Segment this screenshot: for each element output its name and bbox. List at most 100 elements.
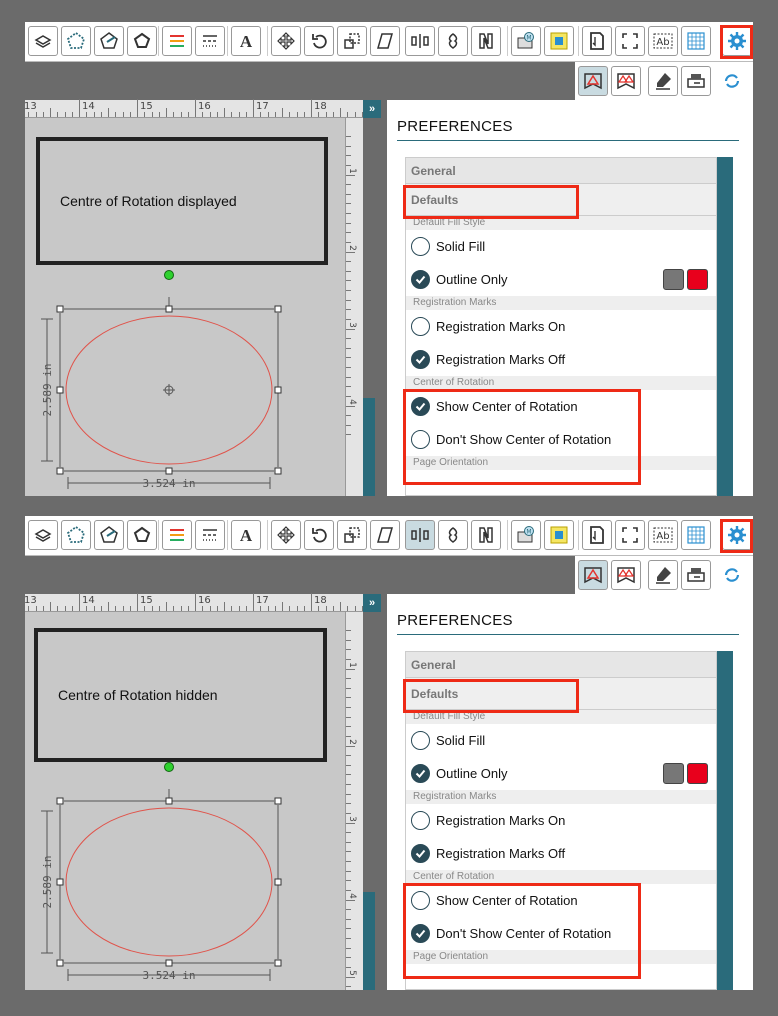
canvas-scrollbar-thumb[interactable] bbox=[363, 398, 375, 496]
settings-gear-button[interactable] bbox=[722, 26, 752, 56]
preferences-defaults-header[interactable]: Defaults bbox=[406, 184, 716, 216]
eraser-button[interactable] bbox=[648, 560, 678, 590]
polygon-button[interactable] bbox=[61, 520, 91, 550]
radio-unchecked-icon[interactable] bbox=[411, 731, 430, 750]
line-style-button[interactable] bbox=[162, 26, 192, 56]
resize-handle[interactable] bbox=[56, 878, 64, 886]
preferences-general-header[interactable]: General bbox=[406, 158, 716, 184]
resize-handle[interactable] bbox=[56, 305, 64, 313]
star-shape-button[interactable] bbox=[94, 520, 124, 550]
sync-button[interactable] bbox=[717, 560, 747, 590]
radio-unchecked-icon[interactable] bbox=[411, 430, 430, 449]
canvas-scrollbar-thumb[interactable] bbox=[363, 892, 375, 990]
move-button[interactable] bbox=[271, 520, 301, 550]
send-button[interactable] bbox=[681, 66, 711, 96]
ellipse-shape[interactable] bbox=[65, 807, 273, 957]
canvas-scrollbar[interactable] bbox=[363, 118, 375, 496]
sync-button[interactable] bbox=[717, 66, 747, 96]
radio-unchecked-icon[interactable] bbox=[411, 811, 430, 830]
scale-button[interactable] bbox=[337, 26, 367, 56]
font-button[interactable]: Ab bbox=[648, 520, 678, 550]
preference-option[interactable]: Don't Show Center of Rotation bbox=[406, 917, 716, 950]
text-button[interactable]: A bbox=[231, 26, 261, 56]
cut-settings-button[interactable] bbox=[578, 66, 608, 96]
radio-unchecked-icon[interactable] bbox=[411, 317, 430, 336]
replicate-button[interactable] bbox=[438, 520, 468, 550]
knife-button[interactable] bbox=[471, 520, 501, 550]
knife-button[interactable] bbox=[471, 26, 501, 56]
collapse-panel-button[interactable]: » bbox=[363, 100, 381, 118]
cut-settings-button[interactable] bbox=[578, 560, 608, 590]
grid-button[interactable] bbox=[681, 520, 711, 550]
resize-handle[interactable] bbox=[56, 467, 64, 475]
preference-option[interactable]: Show Center of Rotation bbox=[406, 390, 716, 423]
scale-button[interactable] bbox=[337, 520, 367, 550]
dashed-line-button[interactable] bbox=[195, 520, 225, 550]
trace-button[interactable] bbox=[544, 520, 574, 550]
align-button[interactable] bbox=[405, 520, 435, 550]
trace-button[interactable] bbox=[544, 26, 574, 56]
move-button[interactable] bbox=[271, 26, 301, 56]
rotation-handle[interactable] bbox=[164, 270, 174, 280]
send-button[interactable] bbox=[681, 560, 711, 590]
resize-handle[interactable] bbox=[274, 467, 282, 475]
zoom-fit-button[interactable] bbox=[615, 26, 645, 56]
design-canvas[interactable]: 13 14 15 16 17 18» 1 2 3 4 5 Centre of Rotation hid… bbox=[25, 593, 381, 990]
resize-handle[interactable] bbox=[165, 305, 173, 313]
pentagon-button[interactable] bbox=[127, 520, 157, 550]
preference-option[interactable]: Registration Marks On bbox=[406, 310, 716, 343]
resize-handle[interactable] bbox=[56, 959, 64, 967]
dashed-line-button[interactable] bbox=[195, 26, 225, 56]
layers-button[interactable] bbox=[28, 520, 58, 550]
eraser-button[interactable] bbox=[648, 66, 678, 96]
radio-checked-icon[interactable] bbox=[411, 924, 430, 943]
resize-handle[interactable] bbox=[56, 797, 64, 805]
rotation-handle[interactable] bbox=[164, 762, 174, 772]
line-color-swatch[interactable] bbox=[687, 269, 708, 290]
preference-option[interactable]: Don't Show Center of Rotation bbox=[406, 423, 716, 456]
rotate-button[interactable] bbox=[304, 520, 334, 550]
collapse-panel-button[interactable]: » bbox=[363, 594, 381, 612]
rotate-button[interactable] bbox=[304, 26, 334, 56]
radio-unchecked-icon[interactable] bbox=[411, 237, 430, 256]
canvas-scrollbar[interactable] bbox=[363, 612, 375, 990]
star-shape-button[interactable] bbox=[94, 26, 124, 56]
media-button[interactable]: M bbox=[511, 520, 541, 550]
radio-checked-icon[interactable] bbox=[411, 397, 430, 416]
selected-ellipse-group[interactable]: 2.589 in 3.524 in bbox=[25, 100, 345, 496]
resize-handle[interactable] bbox=[274, 305, 282, 313]
skew-button[interactable] bbox=[370, 26, 400, 56]
radio-unchecked-icon[interactable] bbox=[411, 891, 430, 910]
layers-button[interactable] bbox=[28, 26, 58, 56]
preference-option[interactable]: Registration Marks Off bbox=[406, 837, 716, 870]
page-setup-button[interactable] bbox=[582, 520, 612, 550]
radio-checked-icon[interactable] bbox=[411, 270, 430, 289]
resize-handle[interactable] bbox=[274, 959, 282, 967]
resize-handle[interactable] bbox=[165, 797, 173, 805]
preference-option[interactable]: Solid Fill bbox=[406, 724, 716, 757]
pentagon-button[interactable] bbox=[127, 26, 157, 56]
skew-button[interactable] bbox=[370, 520, 400, 550]
design-canvas[interactable]: 13 14 15 16 17 18» 1 2 3 4 Centre of Rotation disp… bbox=[25, 99, 381, 496]
polygon-button[interactable] bbox=[61, 26, 91, 56]
preferences-general-header[interactable]: General bbox=[406, 652, 716, 678]
resize-handle[interactable] bbox=[274, 878, 282, 886]
preference-option[interactable]: Solid Fill bbox=[406, 230, 716, 263]
grid-button[interactable] bbox=[681, 26, 711, 56]
preferences-defaults-header[interactable]: Defaults bbox=[406, 678, 716, 710]
settings-gear-button[interactable] bbox=[722, 520, 752, 550]
preference-option[interactable]: Outline Only bbox=[406, 757, 716, 790]
page-setup-button[interactable] bbox=[582, 26, 612, 56]
preference-option[interactable]: Registration Marks On bbox=[406, 804, 716, 837]
preferences-scrollbar[interactable] bbox=[717, 157, 733, 496]
resize-handle[interactable] bbox=[165, 467, 173, 475]
preference-option[interactable]: Show Center of Rotation bbox=[406, 884, 716, 917]
text-button[interactable]: A bbox=[231, 520, 261, 550]
radio-checked-icon[interactable] bbox=[411, 844, 430, 863]
line-style-button[interactable] bbox=[162, 520, 192, 550]
selected-ellipse-group[interactable]: 2.589 in 3.524 in bbox=[25, 594, 345, 990]
preference-option[interactable]: Registration Marks Off bbox=[406, 343, 716, 376]
font-button[interactable]: Ab bbox=[648, 26, 678, 56]
media-button[interactable]: M bbox=[511, 26, 541, 56]
fill-color-swatch[interactable] bbox=[663, 763, 684, 784]
